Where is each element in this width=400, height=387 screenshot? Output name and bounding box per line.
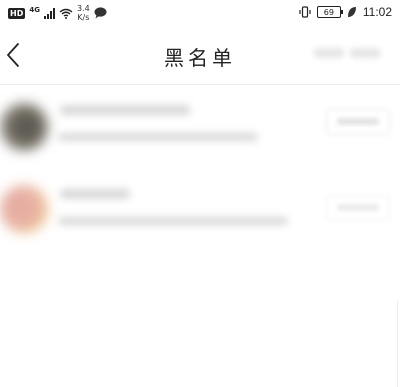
clock: 11:02 (362, 5, 392, 19)
remove-button-blurred[interactable] (326, 195, 390, 221)
status-left: HD 4G 3.4 K/s (8, 4, 107, 22)
nav-right-blurred (314, 48, 380, 58)
contact-name-blurred (60, 105, 190, 115)
contact-name-blurred (60, 189, 130, 199)
speed-value: 3.4 (76, 4, 90, 13)
scroll-edge (397, 300, 398, 387)
status-right: 69 11:02 (299, 5, 392, 19)
avatar (0, 185, 48, 233)
network-speed: 3.4 K/s (77, 4, 90, 22)
speed-unit: K/s (77, 13, 90, 22)
wifi-icon (59, 8, 73, 19)
signal-icon (43, 7, 55, 19)
contact-detail-blurred (58, 133, 258, 141)
remove-button-blurred[interactable] (326, 109, 390, 135)
navigation-bar: 黑名单 (0, 26, 400, 85)
battery-icon: 69 (316, 6, 343, 18)
status-bar: HD 4G 3.4 K/s 69 11:02 (0, 0, 400, 26)
vibrate-icon (299, 6, 311, 18)
leaf-icon (347, 7, 356, 17)
network-type: 4G (29, 5, 40, 14)
chat-bubble-icon (94, 7, 107, 19)
hd-badge: HD (8, 7, 26, 19)
avatar (0, 103, 48, 151)
contact-detail-blurred (58, 217, 288, 225)
